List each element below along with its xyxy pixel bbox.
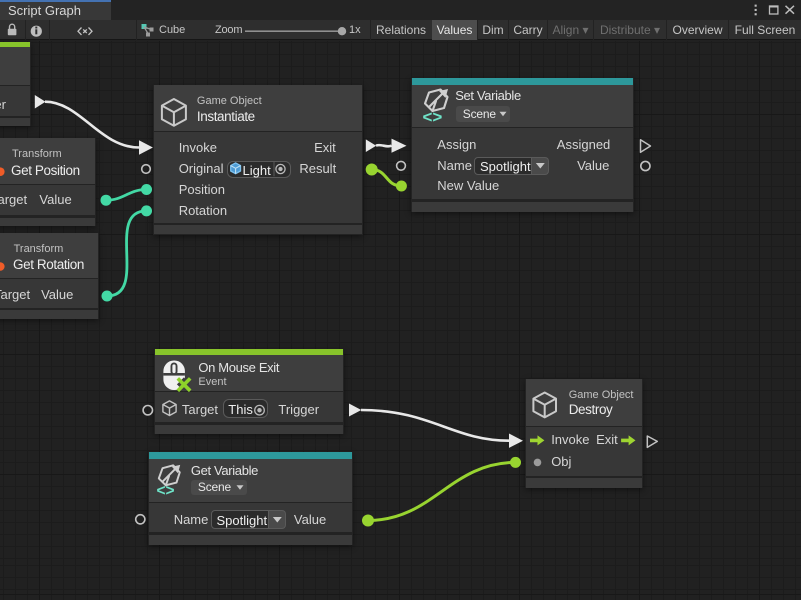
svg-text:<>: <> — [423, 108, 443, 127]
svg-text:<>: <> — [157, 483, 175, 500]
